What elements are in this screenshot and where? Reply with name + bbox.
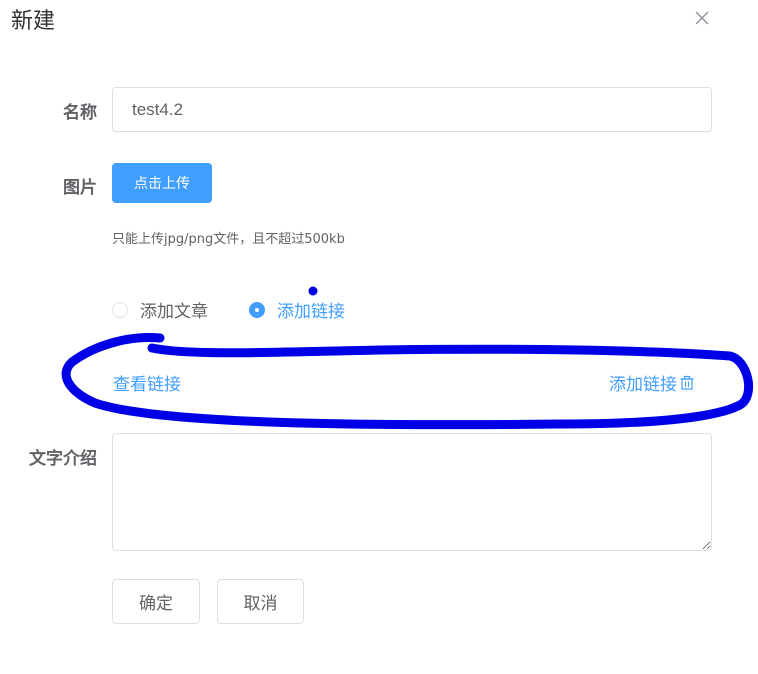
- trash-icon[interactable]: [679, 375, 695, 391]
- annotation-dot: [308, 286, 318, 296]
- add-link[interactable]: 添加链接: [609, 370, 695, 395]
- radio-link-label: 添加链接: [277, 302, 345, 322]
- close-icon[interactable]: [693, 9, 711, 27]
- name-input[interactable]: [112, 87, 712, 132]
- radio-article-circle[interactable]: [112, 301, 128, 318]
- radio-link-circle[interactable]: [249, 301, 265, 318]
- intro-label: 文字介绍: [29, 449, 97, 469]
- view-link[interactable]: 查看链接: [113, 370, 181, 395]
- upload-tip: 只能上传jpg/png文件，且不超过500kb: [112, 232, 345, 247]
- radio-add-article[interactable]: 添加文章: [112, 297, 208, 322]
- image-label: 图片: [63, 178, 97, 198]
- dialog-title: 新建: [11, 9, 56, 34]
- radio-article-label: 添加文章: [140, 302, 208, 322]
- confirm-button[interactable]: 确定: [112, 579, 200, 624]
- cancel-button[interactable]: 取消: [217, 579, 304, 624]
- add-link-label: 添加链接: [609, 375, 677, 395]
- intro-textarea[interactable]: [112, 433, 712, 551]
- name-label: 名称: [63, 103, 97, 123]
- radio-add-link[interactable]: 添加链接: [249, 297, 345, 322]
- upload-button[interactable]: 点击上传: [112, 163, 212, 203]
